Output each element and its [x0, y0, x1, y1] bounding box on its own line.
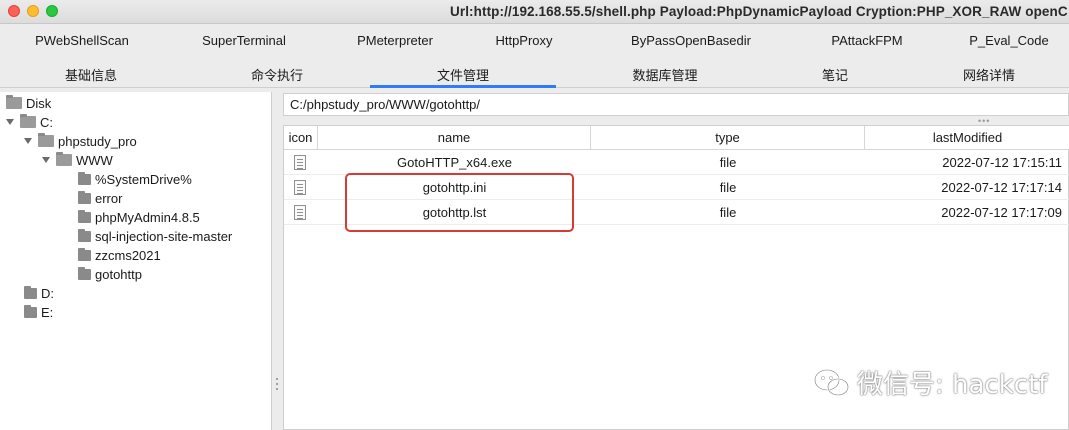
tab-bypassopenbasedir[interactable]: ByPassOpenBasedir [631, 33, 751, 48]
tree-item-systemdrive[interactable]: %SystemDrive% [78, 170, 192, 188]
file-icon [294, 205, 306, 220]
window-title: Url:http://192.168.55.5/shell.php Payloa… [450, 4, 1068, 19]
tab-notes[interactable]: 笔记 [822, 65, 848, 84]
tab-pmeterpreter[interactable]: PMeterpreter [357, 33, 433, 48]
table-header: icon name type lastModified [284, 126, 1069, 150]
tree-item-phpmyadmin[interactable]: phpMyAdmin4.8.5 [78, 208, 200, 226]
close-window-button[interactable] [8, 5, 20, 17]
tree-item-label: phpstudy_pro [58, 133, 137, 149]
tree-item-label: gotohttp [95, 266, 142, 282]
tree-item-error[interactable]: error [78, 189, 122, 207]
folder-icon [20, 114, 36, 128]
file-name: gotohttp.lst [422, 205, 487, 220]
folder-icon [78, 247, 91, 261]
expand-arrow-icon[interactable] [6, 119, 14, 125]
minimize-window-button[interactable] [27, 5, 39, 17]
tab-p-eval-code[interactable]: P_Eval_Code [969, 33, 1049, 48]
tree-item-label: sql-injection-site-master [95, 228, 233, 244]
tree-item-label: C: [40, 114, 53, 130]
file-icon [294, 180, 306, 195]
tree-item-disk[interactable]: Disk [6, 94, 51, 112]
splitter-grip-dot [276, 378, 278, 380]
tab-httpproxy[interactable]: HttpProxy [495, 33, 552, 48]
table-row[interactable]: GotoHTTP_x64.exe file 2022-07-12 17:15:1… [284, 150, 1069, 175]
expand-arrow-icon[interactable] [24, 138, 32, 144]
folder-icon [78, 228, 91, 242]
watermark-text: 微信号: hackctf [857, 370, 1048, 400]
file-name: GotoHTTP_x64.exe [397, 155, 512, 170]
plugin-tab-bar: PWebShellScan SuperTerminal PMeterpreter… [0, 26, 1069, 56]
folder-icon [78, 190, 91, 204]
wechat-watermark: 微信号: hackctf [813, 364, 1047, 401]
file-last-modified: 2022-07-12 17:15:11 [942, 155, 1062, 170]
folder-icon [78, 266, 91, 280]
tree-item-gotohttp[interactable]: gotohttp [78, 265, 142, 283]
column-header-lastmodified[interactable]: lastModified [865, 126, 1069, 150]
file-type: file [719, 205, 737, 220]
table-row[interactable]: gotohttp.lst file 2022-07-12 17:17:09 [284, 200, 1069, 225]
tree-item-drive-e[interactable]: E: [24, 303, 53, 321]
folder-icon [24, 304, 37, 318]
tree-item-label: zzcms2021 [95, 247, 161, 263]
file-icon [294, 155, 306, 170]
file-type: file [719, 180, 737, 195]
tree-item-label: D: [41, 285, 54, 301]
tree-item-label: WWW [76, 152, 113, 168]
tab-network-details[interactable]: 网络详情 [963, 65, 1015, 84]
folder-icon [38, 133, 54, 147]
tab-command-exec[interactable]: 命令执行 [251, 65, 303, 84]
splitter-grip-dot [276, 388, 278, 390]
tab-pattackfpm[interactable]: PAttackFPM [831, 33, 902, 48]
column-header-icon[interactable]: icon [284, 126, 318, 150]
main-tab-bar: 基础信息 命令执行 文件管理 数据库管理 笔记 网络详情 [0, 58, 1069, 88]
tree-item-www[interactable]: WWW [42, 151, 113, 169]
folder-icon [56, 152, 72, 166]
tree-item-label: %SystemDrive% [95, 171, 192, 187]
tree-item-label: error [95, 190, 123, 206]
tab-superterminal[interactable]: SuperTerminal [202, 33, 286, 48]
directory-tree-panel[interactable]: Disk C: phpstudy_pro WWW %SystemDrive% e… [0, 92, 272, 430]
tree-item-phpstudy-pro[interactable]: phpstudy_pro [24, 132, 137, 150]
column-header-name[interactable]: name [318, 126, 591, 150]
file-last-modified: 2022-07-12 17:17:09 [941, 205, 1062, 220]
folder-icon [24, 285, 37, 299]
tree-item-label: phpMyAdmin4.8.5 [95, 209, 200, 225]
tab-basic-info[interactable]: 基础信息 [65, 65, 117, 84]
tree-item-label: E: [41, 304, 54, 320]
splitter-grip-dot [276, 383, 278, 385]
tree-item-sql-injection[interactable]: sql-injection-site-master [78, 227, 232, 245]
folder-icon [6, 95, 22, 109]
selected-tab-indicator [370, 85, 556, 88]
expand-arrow-icon[interactable] [42, 157, 50, 163]
folder-icon [78, 209, 91, 223]
tree-item-label: Disk [26, 95, 52, 111]
tree-item-drive-d[interactable]: D: [24, 284, 54, 302]
table-row[interactable]: gotohttp.ini file 2022-07-12 17:17:14 [284, 175, 1069, 200]
path-input[interactable]: C:/phpstudy_pro/WWW/gotohttp/ [283, 93, 1069, 116]
folder-icon [78, 171, 91, 185]
column-header-type[interactable]: type [591, 126, 865, 150]
file-type: file [719, 155, 737, 170]
tab-file-manager[interactable]: 文件管理 [437, 65, 489, 84]
tree-item-zzcms[interactable]: zzcms2021 [78, 246, 161, 264]
tab-pwebshellscan[interactable]: PWebShellScan [35, 33, 129, 48]
tree-item-drive-c[interactable]: C: [6, 113, 53, 131]
wechat-icon [813, 368, 850, 396]
file-last-modified: 2022-07-12 17:17:14 [941, 180, 1062, 195]
file-name: gotohttp.ini [422, 180, 487, 195]
window-titlebar: Url:http://192.168.55.5/shell.php Payloa… [0, 0, 1069, 24]
maximize-window-button[interactable] [46, 5, 58, 17]
tab-database-manager[interactable]: 数据库管理 [632, 65, 697, 84]
